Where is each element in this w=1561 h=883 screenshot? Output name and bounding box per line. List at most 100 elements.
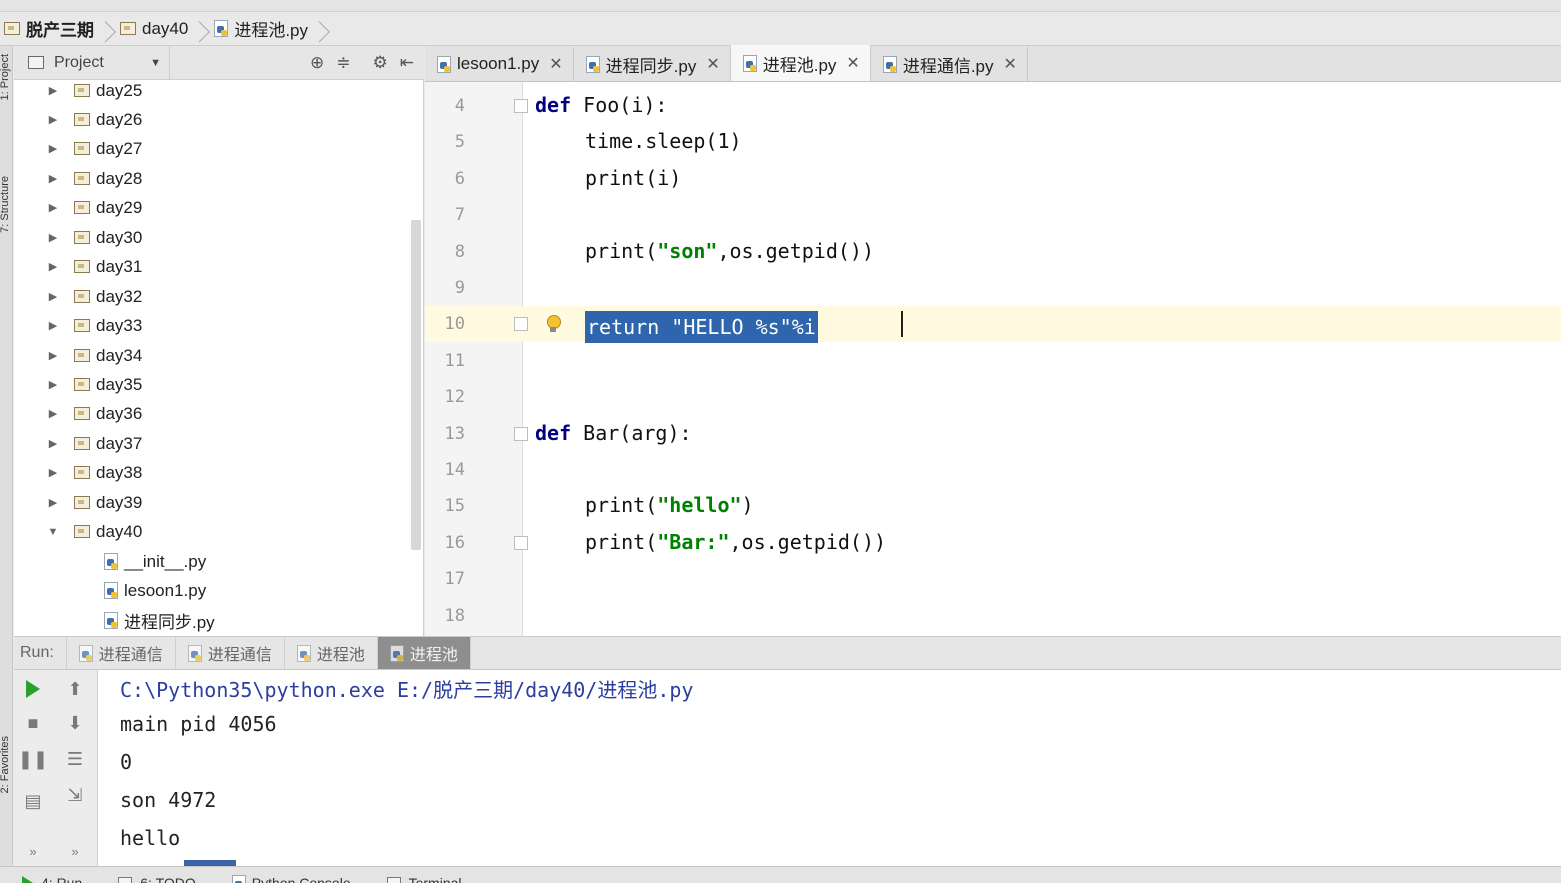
gear-icon[interactable]: ⚙: [373, 53, 388, 73]
tree-item-day38[interactable]: ▶ day38: [46, 458, 143, 487]
more-icon[interactable]: »: [64, 840, 86, 862]
editor-tab-lesoon1[interactable]: lesoon1.py ✕: [425, 47, 574, 81]
structure-tool-button[interactable]: 7: Structure: [0, 176, 11, 233]
tree-item-day28[interactable]: ▶ day28: [46, 164, 143, 193]
run-console[interactable]: C:\Python35\python.exe E:/脱产三期/day40/进程池…: [98, 670, 1561, 866]
expand-arrow-icon[interactable]: ▶: [46, 201, 60, 214]
soft-wrap-icon[interactable]: ☰: [64, 748, 86, 770]
tree-item-day32[interactable]: ▶ day32: [46, 282, 143, 311]
expand-arrow-icon[interactable]: ▶: [46, 437, 60, 450]
tree-item-day25[interactable]: ▶ day25: [46, 80, 143, 105]
favorites-tool-button[interactable]: 2: Favorites: [0, 736, 11, 793]
close-icon[interactable]: ✕: [846, 53, 859, 73]
run-tab-process-pool-1[interactable]: 进程池: [285, 637, 378, 669]
tree-item-init-py[interactable]: __init__.py: [104, 547, 206, 576]
code-line[interactable]: 4 def Foo(i):: [425, 88, 1561, 124]
tree-item-day33[interactable]: ▶ day33: [46, 311, 143, 340]
expand-arrow-icon[interactable]: ▶: [46, 290, 60, 303]
breadcrumb-item-folder[interactable]: day40: [116, 12, 210, 46]
expand-arrow-icon[interactable]: ▶: [46, 172, 60, 185]
expand-arrow-icon[interactable]: ▶: [46, 84, 60, 97]
hide-panel-icon[interactable]: ⇤: [400, 53, 414, 73]
tree-item-day39[interactable]: ▶ day39: [46, 488, 143, 517]
code-line[interactable]: 17: [425, 561, 1561, 597]
close-icon[interactable]: ✕: [1004, 54, 1017, 74]
editor-tab-process-comm[interactable]: 进程通信.py ✕: [870, 47, 1028, 81]
breadcrumb-item-project[interactable]: 脱产三期: [0, 12, 116, 46]
tree-item-lesoon1-py[interactable]: lesoon1.py: [104, 576, 206, 605]
editor-tab-process-pool[interactable]: 进程池.py ✕: [730, 45, 871, 81]
scroll-to-end-icon[interactable]: ⇲: [64, 784, 86, 806]
tree-item-day31[interactable]: ▶ day31: [46, 252, 143, 281]
fold-marker-icon[interactable]: [514, 317, 528, 332]
tree-item-day29[interactable]: ▶ day29: [46, 193, 143, 222]
terminal-tool-button[interactable]: Terminal: [365, 867, 476, 883]
expand-arrow-icon[interactable]: ▶: [46, 378, 60, 391]
fold-marker-icon[interactable]: [514, 99, 528, 113]
expand-arrow-icon[interactable]: ▶: [46, 142, 60, 155]
expand-arrow-icon[interactable]: ▶: [46, 319, 60, 332]
collapse-arrow-icon[interactable]: ▼: [46, 526, 60, 538]
run-tool-button[interactable]: 4: Run: [0, 867, 96, 883]
fold-marker-icon[interactable]: [514, 426, 528, 441]
run-tab-process-comm-2[interactable]: 进程通信: [176, 637, 285, 669]
tree-item-day27[interactable]: ▶ day27: [46, 134, 143, 163]
locate-icon[interactable]: ⊕: [310, 53, 324, 73]
layout-icon[interactable]: ▤: [22, 790, 44, 812]
code-line[interactable]: 6 print(i): [425, 161, 1561, 197]
tree-item-day30[interactable]: ▶ day30: [46, 223, 143, 252]
more-icon[interactable]: »: [22, 840, 44, 862]
tree-item-day36[interactable]: ▶ day36: [46, 399, 143, 428]
folder-icon: [74, 290, 90, 303]
code-line[interactable]: 8 print("son",os.getpid()): [425, 234, 1561, 270]
arrow-down-icon[interactable]: ⬇: [64, 712, 86, 734]
expand-arrow-icon[interactable]: ▶: [46, 407, 60, 420]
tree-item-day26[interactable]: ▶ day26: [46, 105, 143, 134]
python-console-tool-button[interactable]: Python Console: [210, 867, 365, 883]
code-line[interactable]: 16 print("Bar:",os.getpid()): [425, 525, 1561, 561]
code-line[interactable]: 15 print("hello"): [425, 488, 1561, 524]
tree-item-day34[interactable]: ▶ day34: [46, 341, 143, 370]
code-line[interactable]: 7: [425, 197, 1561, 233]
fold-marker-icon[interactable]: [514, 535, 528, 550]
stop-icon[interactable]: ■: [22, 712, 44, 734]
expand-arrow-icon[interactable]: ▶: [46, 113, 60, 126]
code-text: def Foo(i):: [535, 93, 668, 117]
code-line[interactable]: 9: [425, 270, 1561, 306]
run-tab-process-comm-1[interactable]: 进程通信: [67, 637, 176, 669]
code-line[interactable]: 5 time.sleep(1): [425, 124, 1561, 160]
editor-tab-process-sync[interactable]: 进程同步.py ✕: [573, 47, 731, 81]
code-line[interactable]: 14: [425, 452, 1561, 488]
tree-item-day37[interactable]: ▶ day37: [46, 429, 143, 458]
breadcrumb-item-file[interactable]: 进程池.py: [210, 12, 330, 46]
expand-arrow-icon[interactable]: ▶: [46, 466, 60, 479]
pause-icon[interactable]: ❚❚: [18, 748, 48, 770]
code-line[interactable]: 12: [425, 379, 1561, 415]
run-tab-process-pool-2[interactable]: 进程池: [377, 637, 471, 669]
code-line[interactable]: 18: [425, 598, 1561, 634]
rerun-icon[interactable]: [22, 678, 44, 700]
code-editor[interactable]: 4 def Foo(i): 5 time.sleep(1) 6 print(i) 7 8 pri…: [425, 82, 1561, 636]
arrow-up-icon[interactable]: ⬆: [64, 678, 86, 700]
expand-arrow-icon[interactable]: ▶: [46, 349, 60, 362]
project-tool-button[interactable]: 1: Project: [0, 54, 11, 100]
tree-item-day40[interactable]: ▼ day40: [46, 517, 143, 546]
expand-arrow-icon[interactable]: ▶: [46, 260, 60, 273]
close-icon[interactable]: ✕: [706, 54, 719, 74]
expand-arrow-icon[interactable]: ▶: [46, 231, 60, 244]
code-line[interactable]: 10 return "HELLO %s"%i: [425, 306, 1561, 344]
project-view-selector[interactable]: Project ▼: [14, 46, 170, 79]
tree-scrollbar[interactable]: [411, 220, 421, 550]
folder-icon: [74, 319, 90, 332]
close-icon[interactable]: ✕: [549, 54, 562, 74]
expand-arrow-icon[interactable]: ▶: [46, 496, 60, 509]
code-line[interactable]: 13 def Bar(arg):: [425, 416, 1561, 452]
code-line[interactable]: 11: [425, 343, 1561, 379]
console-line: C:\Python35\python.exe E:/脱产三期/day40/进程池…: [120, 678, 694, 702]
collapse-all-icon[interactable]: ≑: [336, 53, 350, 73]
tree-item-process-sync-py[interactable]: 进程同步.py: [104, 606, 215, 635]
breadcrumb: 脱产三期 day40 进程池.py: [0, 12, 1561, 46]
tree-item-day35[interactable]: ▶ day35: [46, 370, 143, 399]
todo-tool-button[interactable]: 6: TODO: [96, 867, 210, 883]
lightbulb-icon[interactable]: [546, 315, 561, 333]
